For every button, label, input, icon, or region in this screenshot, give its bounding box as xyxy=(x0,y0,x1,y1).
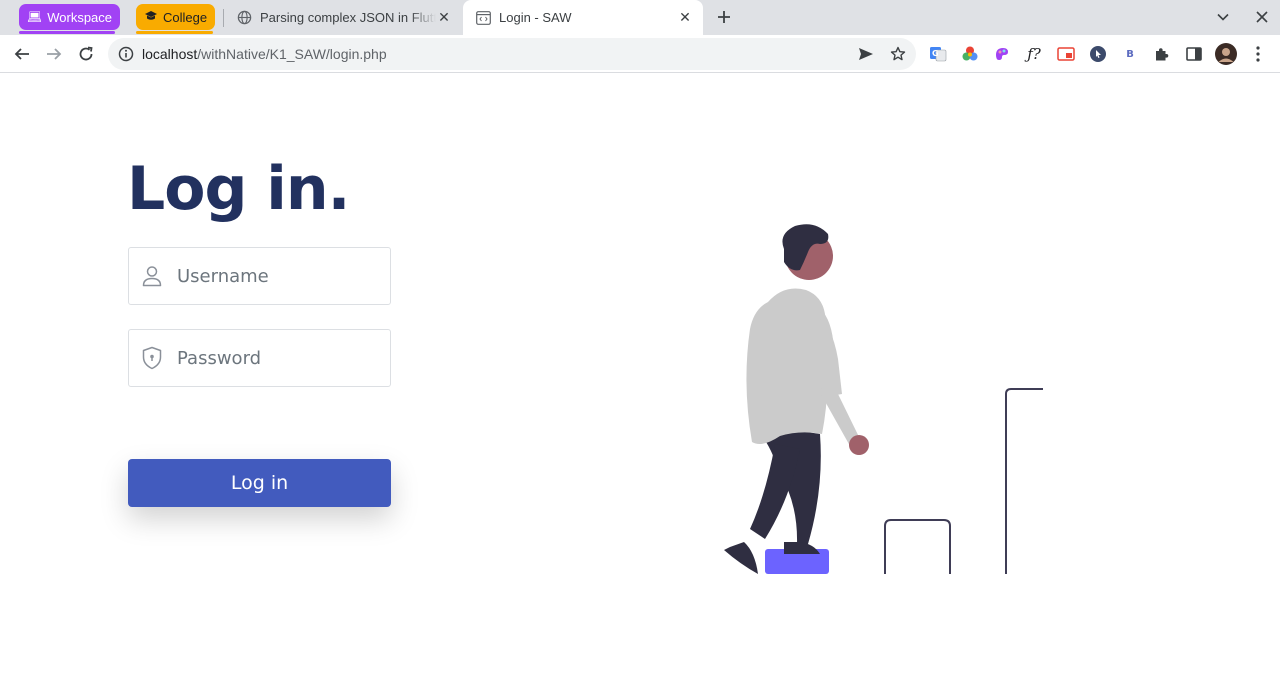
forward-button[interactable] xyxy=(40,40,68,68)
reload-icon xyxy=(79,46,93,61)
svg-text:G: G xyxy=(932,49,939,58)
tab-group-underline xyxy=(136,31,213,34)
tab-separator xyxy=(223,9,224,27)
arrow-right-icon xyxy=(47,48,62,60)
user-icon xyxy=(141,265,163,287)
tab-search-chevron-icon[interactable] xyxy=(1211,5,1235,29)
person-climbing-steps-illustration xyxy=(724,224,1043,584)
close-tab-icon[interactable]: ✕ xyxy=(436,9,452,26)
close-window-icon[interactable] xyxy=(1250,5,1274,29)
back-button[interactable] xyxy=(8,40,36,68)
cursor-extension-icon[interactable] xyxy=(1086,42,1110,66)
globe-icon xyxy=(236,10,252,26)
tab-group-underline xyxy=(19,31,115,34)
color-picker-icon[interactable] xyxy=(958,42,982,66)
tab-group-workspace[interactable]: 💻︎ Workspace xyxy=(19,4,121,30)
code-page-icon xyxy=(475,10,491,26)
chrome-menu-icon[interactable] xyxy=(1246,42,1270,66)
side-panel-icon[interactable] xyxy=(1182,42,1206,66)
tab-group-college[interactable]: College xyxy=(136,4,216,30)
tab-title: Parsing complex JSON in Flutter xyxy=(260,10,436,25)
page-title: Log in. xyxy=(127,154,350,224)
address-bar[interactable]: localhost/withNative/K1_SAW/login.php xyxy=(108,38,916,70)
shield-lock-icon xyxy=(141,346,163,370)
url-path: /withNative/K1_SAW/login.php xyxy=(197,46,387,62)
url-host: localhost xyxy=(142,46,198,62)
reload-button[interactable] xyxy=(72,40,100,68)
username-input[interactable] xyxy=(177,265,367,287)
tab-title: Login - SAW xyxy=(499,10,572,25)
login-button[interactable]: Log in xyxy=(128,459,391,507)
password-input[interactable] xyxy=(177,347,367,369)
tab-login-saw[interactable]: Login - SAW ✕ xyxy=(463,0,703,35)
palette-extension-icon[interactable] xyxy=(990,42,1014,66)
site-info-icon[interactable] xyxy=(118,46,134,62)
tab-group-label: Workspace xyxy=(47,9,113,25)
tab-parsing-json[interactable]: Parsing complex JSON in Flutter ✕ xyxy=(226,0,460,35)
picture-in-picture-icon[interactable] xyxy=(1054,42,1078,66)
profile-avatar[interactable] xyxy=(1214,42,1238,66)
extensions-puzzle-icon[interactable] xyxy=(1150,42,1174,66)
google-translate-icon[interactable]: G xyxy=(926,42,950,66)
tab-group-label: College xyxy=(163,9,208,25)
close-tab-icon[interactable]: ✕ xyxy=(677,9,693,26)
username-field[interactable] xyxy=(128,247,391,305)
new-tab-button[interactable] xyxy=(712,5,736,29)
send-to-devices-icon[interactable] xyxy=(854,42,878,66)
url-text: localhost/withNative/K1_SAW/login.php xyxy=(142,46,387,62)
b-extension-icon[interactable]: B xyxy=(1118,42,1142,66)
graduation-cap-icon xyxy=(144,10,158,25)
browser-toolbar: localhost/withNative/K1_SAW/login.php G … xyxy=(0,35,1280,73)
password-field[interactable] xyxy=(128,329,391,387)
arrow-left-icon xyxy=(14,48,29,60)
login-page: Log in. Log in xyxy=(0,74,1280,692)
bookmark-star-icon[interactable] xyxy=(886,42,910,66)
tab-strip: 💻︎ Workspace College Parsing complex JSO… xyxy=(0,0,1280,35)
laptop-icon: 💻︎ xyxy=(27,10,43,24)
function-formula-icon[interactable]: ƒ? xyxy=(1022,42,1046,66)
